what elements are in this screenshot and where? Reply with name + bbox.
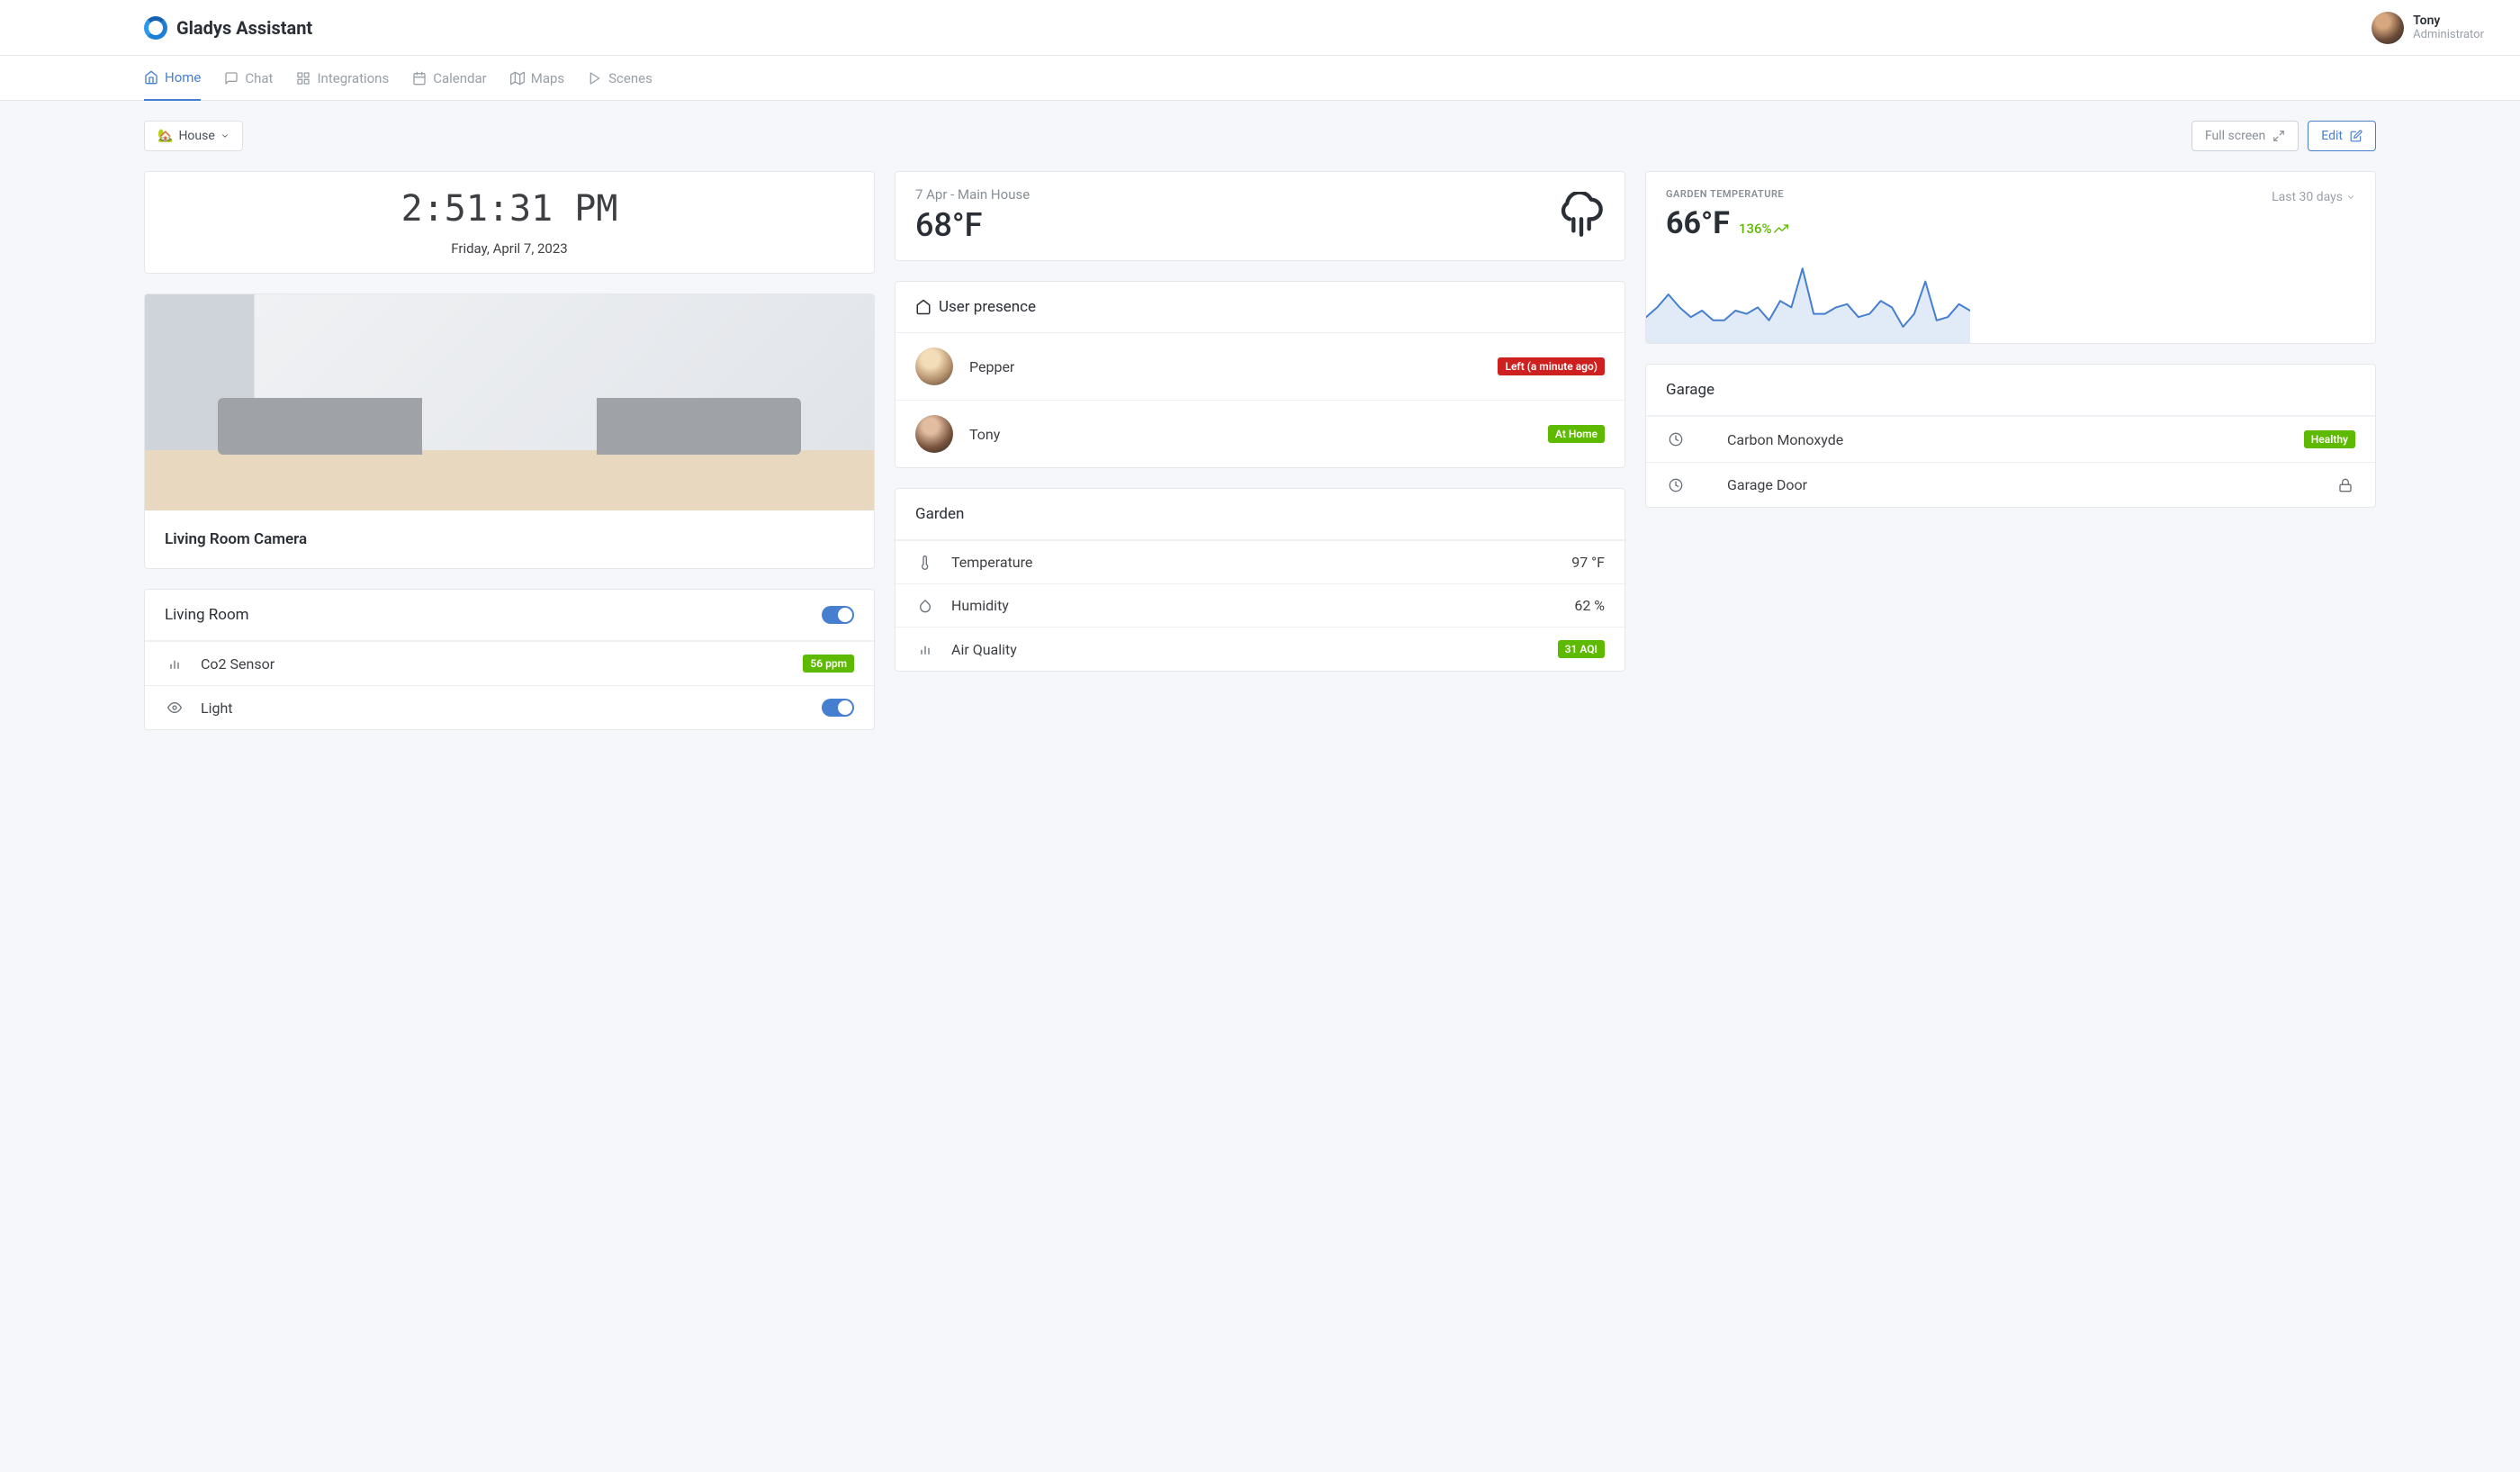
list-item: Humidity 62 %	[896, 583, 1624, 627]
camera-image	[145, 294, 874, 510]
avatar	[915, 348, 953, 385]
presence-card: User presence Pepper Left (a minute ago)…	[895, 281, 1625, 468]
list-item: Tony At Home	[896, 400, 1624, 467]
user-name: Tony	[2413, 14, 2484, 28]
light-toggle[interactable]	[822, 699, 854, 717]
edit-icon	[2350, 130, 2362, 142]
list-item: Pepper Left (a minute ago)	[896, 332, 1624, 400]
trend-up-icon	[1774, 221, 1788, 236]
carbon-monoxide-label: Carbon Monoxyde	[1727, 431, 2288, 448]
rain-icon	[1558, 192, 1605, 239]
calendar-icon	[412, 71, 427, 86]
living-room-toggle[interactable]	[822, 606, 854, 624]
clock-icon	[1666, 432, 1686, 447]
play-icon	[588, 71, 602, 86]
presence-name: Tony	[969, 426, 1532, 443]
co-badge: Healthy	[2304, 430, 2355, 448]
house-selector[interactable]: 🏡 House	[144, 121, 243, 151]
list-item: Garage Door	[1646, 462, 2375, 507]
chat-icon	[224, 71, 238, 86]
nav-calendar[interactable]: Calendar	[412, 56, 487, 100]
weather-card: 7 Apr - Main House 68°F	[895, 171, 1625, 261]
humidity-value: 62 %	[1574, 597, 1605, 614]
chevron-down-icon	[2346, 193, 2355, 202]
living-room-card: Living Room Co2 Sensor 56 ppm Light	[144, 589, 875, 730]
garage-card: Garage Carbon Monoxyde Healthy Garage Do…	[1645, 364, 2376, 508]
droplet-icon	[915, 599, 935, 613]
garage-title: Garage	[1646, 365, 2375, 416]
home-icon	[144, 70, 158, 85]
clock-date: Friday, April 7, 2023	[145, 230, 874, 273]
eye-icon	[165, 700, 184, 715]
humidity-label: Humidity	[951, 597, 1558, 614]
map-icon	[510, 71, 525, 86]
list-item: Carbon Monoxyde Healthy	[1646, 416, 2375, 462]
garden-card: Garden Temperature 97 °F Humidity 62 % A…	[895, 488, 1625, 672]
logo-icon	[144, 16, 167, 40]
garage-door-label: Garage Door	[1727, 476, 2319, 493]
range-selector[interactable]: Last 30 days	[2272, 188, 2355, 205]
temperature-value: 97 °F	[1571, 554, 1605, 571]
list-item: Temperature 97 °F	[896, 540, 1624, 583]
light-label: Light	[201, 700, 806, 717]
living-room-title: Living Room	[165, 606, 249, 624]
list-item: Air Quality 31 AQI	[896, 627, 1624, 671]
garden-temp-change: 136%	[1739, 221, 1772, 237]
list-item: Co2 Sensor 56 ppm	[145, 641, 874, 685]
status-badge: Left (a minute ago)	[1498, 357, 1605, 375]
bar-chart-icon	[165, 656, 184, 671]
weather-date: 7 Apr - Main House	[915, 186, 1030, 203]
list-item: Light	[145, 685, 874, 729]
nav-scenes[interactable]: Scenes	[588, 56, 652, 100]
camera-title: Living Room Camera	[145, 510, 874, 568]
grid-icon	[296, 71, 310, 86]
status-badge: At Home	[1548, 425, 1605, 443]
garden-temp-label: Garden Temperature	[1666, 188, 1784, 200]
clock-card: 2:51:31 PM Friday, April 7, 2023	[144, 171, 875, 274]
home-icon	[915, 299, 932, 315]
bar-chart-icon	[915, 642, 935, 656]
nav-maps[interactable]: Maps	[510, 56, 564, 100]
app-logo[interactable]: Gladys Assistant	[144, 16, 312, 40]
garden-temp-card: Garden Temperature Last 30 days 66°F 136…	[1645, 171, 2376, 344]
presence-title: User presence	[939, 298, 1036, 316]
chevron-down-icon	[220, 131, 230, 140]
expand-icon	[2272, 130, 2285, 142]
temp-sparkline	[1646, 262, 1970, 343]
co2-label: Co2 Sensor	[201, 655, 787, 673]
nav-chat[interactable]: Chat	[224, 56, 273, 100]
nav-home[interactable]: Home	[144, 56, 201, 101]
fullscreen-button[interactable]: Full screen	[2192, 121, 2299, 151]
air-quality-badge: 31 AQI	[1558, 640, 1605, 658]
avatar	[915, 415, 953, 453]
temperature-label: Temperature	[951, 554, 1555, 571]
user-role: Administrator	[2413, 28, 2484, 41]
air-quality-label: Air Quality	[951, 641, 1542, 658]
clock-icon	[1666, 478, 1686, 492]
clock-time: 2:51:31 PM	[145, 172, 874, 230]
co2-badge: 56 ppm	[803, 655, 854, 673]
thermometer-icon	[915, 555, 935, 570]
user-menu[interactable]: Tony Administrator	[2372, 12, 2484, 44]
nav-integrations[interactable]: Integrations	[296, 56, 389, 100]
house-emoji-icon: 🏡	[158, 129, 173, 143]
edit-button[interactable]: Edit	[2308, 121, 2376, 151]
app-title: Gladys Assistant	[176, 17, 312, 39]
lock-icon	[2336, 478, 2355, 492]
garden-title: Garden	[896, 489, 1624, 540]
camera-card: Living Room Camera	[144, 293, 875, 569]
avatar	[2372, 12, 2404, 44]
weather-temp: 68°F	[915, 206, 1030, 244]
garden-temp-value: 66°F	[1666, 205, 1730, 241]
presence-name: Pepper	[969, 358, 1481, 375]
